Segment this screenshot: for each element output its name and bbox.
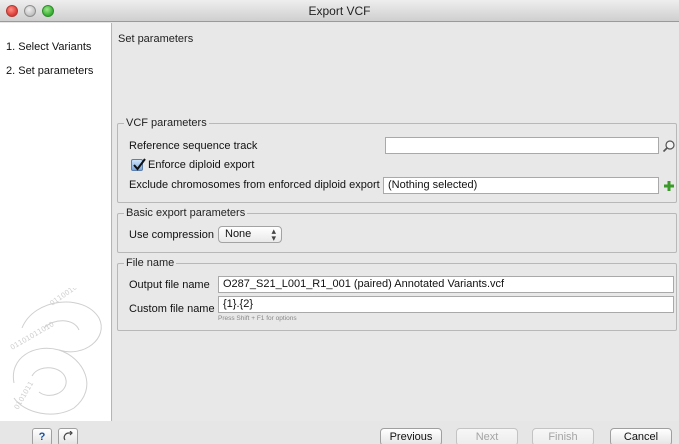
wizard-steps-panel: 1. Select Variants 2. Set parameters 011…: [0, 23, 112, 421]
reference-track-field[interactable]: [385, 137, 659, 154]
step-set-parameters: 2. Set parameters: [6, 65, 94, 77]
output-file-name-field[interactable]: O287_S21_L001_R1_001 (paired) Annotated …: [218, 276, 674, 293]
vcf-parameters-group: VCF parameters Reference sequence track …: [117, 117, 677, 203]
cancel-button[interactable]: Cancel: [610, 428, 672, 444]
custom-file-name-field[interactable]: {1}.{2}: [218, 296, 674, 313]
enforce-diploid-label: Enforce diploid export: [148, 159, 255, 171]
reset-button[interactable]: [58, 428, 78, 444]
main-panel: Set parameters VCF parameters Reference …: [113, 23, 679, 421]
window-title: Export VCF: [308, 4, 371, 18]
next-button[interactable]: Next: [456, 428, 518, 444]
finish-button[interactable]: Finish: [532, 428, 594, 444]
file-name-group: File name Output file name O287_S21_L001…: [117, 257, 677, 331]
wizard-button-bar: ? Previous Next Finish Cancel: [0, 421, 679, 444]
step-select-variants: 1. Select Variants: [6, 41, 92, 53]
select-arrows-icon: ▴ ▾: [271, 226, 276, 243]
enforce-diploid-checkbox[interactable]: [131, 158, 146, 171]
page-title: Set parameters: [118, 33, 194, 45]
reset-icon: [63, 430, 73, 441]
basic-export-legend: Basic export parameters: [126, 207, 246, 219]
svg-text:01101011010: 01101011010: [9, 320, 55, 351]
output-file-name-label: Output file name: [129, 279, 210, 291]
exclude-chromosomes-field[interactable]: (Nothing selected): [383, 177, 659, 194]
checkmark-icon: [133, 158, 146, 171]
browse-icon[interactable]: [662, 139, 676, 153]
custom-file-name-hint: Press Shift + F1 for options: [218, 315, 297, 322]
basic-export-group: Basic export parameters Use compression …: [117, 207, 677, 253]
svg-text:0101011: 0101011: [13, 380, 36, 411]
compression-label: Use compression: [129, 229, 214, 241]
custom-file-name-label: Custom file name: [129, 303, 215, 315]
file-name-legend: File name: [126, 257, 175, 269]
svg-text:0110010: 0110010: [49, 288, 79, 308]
clc-logo-watermark: 0110010 01101011010 0101011: [9, 288, 102, 415]
title-bar: Export VCF: [0, 0, 679, 22]
plus-icon[interactable]: [662, 179, 676, 193]
exclude-chromosomes-label: Exclude chromosomes from enforced diploi…: [129, 179, 380, 191]
compression-select[interactable]: None ▴ ▾: [218, 226, 282, 243]
help-button[interactable]: ?: [32, 428, 52, 444]
reference-track-label: Reference sequence track: [129, 140, 258, 152]
vcf-parameters-legend: VCF parameters: [126, 117, 207, 129]
previous-button[interactable]: Previous: [380, 428, 442, 444]
compression-value: None: [225, 228, 252, 240]
